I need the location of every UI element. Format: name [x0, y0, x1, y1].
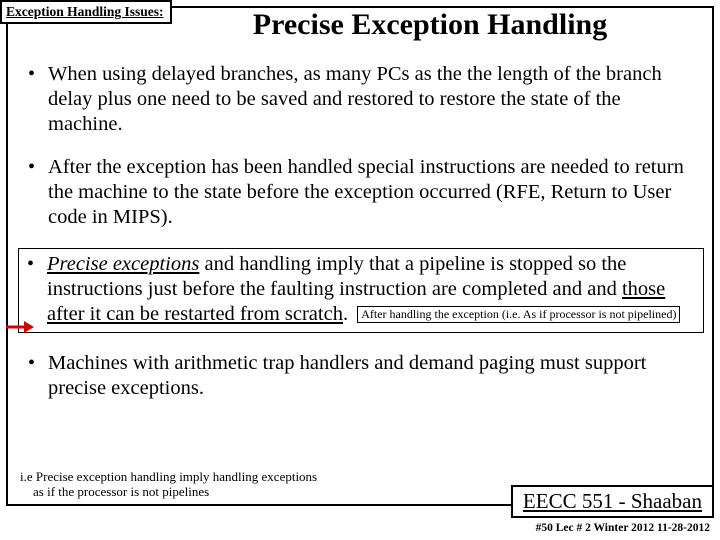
footer-meta: #50 Lec # 2 Winter 2012 11-28-2012 [536, 522, 710, 534]
content-area: • When using delayed branches, as many P… [24, 62, 700, 419]
arrow-icon [6, 320, 34, 334]
footnote: i.e Precise exception handling imply han… [20, 470, 360, 500]
bullet-text: Precise exceptions and handling imply th… [47, 252, 699, 327]
topic-tag: Exception Handling Issues: [0, 0, 172, 24]
bullet-text: When using delayed branches, as many PCs… [48, 62, 700, 137]
bullet-2: • After the exception has been handled s… [24, 155, 700, 230]
bullet-dot: • [24, 62, 48, 86]
footer-course: EECC 551 [523, 489, 619, 513]
bullet3-tail: . [343, 303, 348, 325]
bullet-4: • Machines with arithmetic trap handlers… [24, 351, 700, 401]
bullet-text: Machines with arithmetic trap handlers a… [48, 351, 700, 401]
footnote-line2: as if the processor is not pipelines [33, 484, 209, 499]
footer-author: Shaaban [631, 489, 702, 513]
bullet-text: After the exception has been handled spe… [48, 155, 700, 230]
footnote-line1: i.e Precise exception handling imply han… [20, 469, 317, 484]
bullet-dot: • [24, 351, 48, 375]
bullet-3-boxed: • Precise exceptions and handling imply … [18, 248, 704, 333]
bullet-1: • When using delayed branches, as many P… [24, 62, 700, 137]
footer-course-box: EECC 551 - Shaaban [511, 485, 714, 518]
precise-exceptions-term: Precise exceptions [47, 253, 199, 275]
inline-note-box: After handling the exception (i.e. As if… [357, 306, 680, 323]
footer-dash: - [619, 489, 631, 513]
bullet-dot: • [23, 252, 47, 276]
bullet-dot: • [24, 155, 48, 179]
